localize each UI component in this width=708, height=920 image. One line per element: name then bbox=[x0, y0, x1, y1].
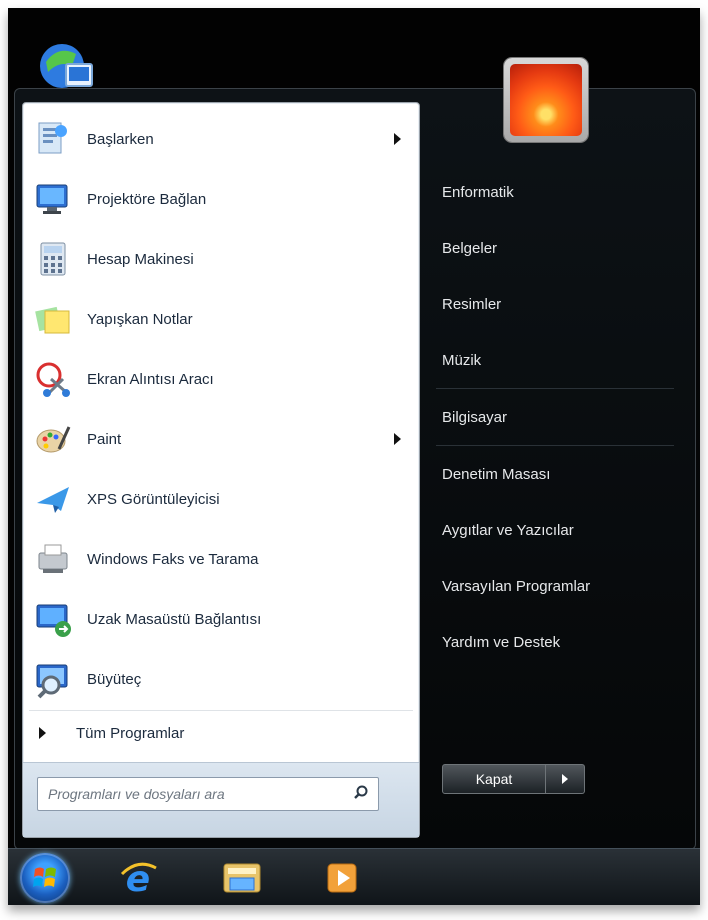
place-pictures[interactable]: Resimler bbox=[428, 276, 688, 332]
search-icon[interactable] bbox=[354, 785, 368, 799]
magnifier-icon bbox=[36, 664, 68, 699]
program-label: Yapışkan Notlar bbox=[87, 310, 193, 328]
program-item-snipping-tool[interactable]: Ekran Alıntısı Aracı bbox=[23, 349, 419, 409]
expand-arrow-icon bbox=[39, 727, 46, 739]
program-label: XPS Görüntüleyicisi bbox=[87, 490, 220, 508]
search-input[interactable] bbox=[46, 778, 350, 810]
all-programs-button[interactable]: Tüm Programlar bbox=[23, 711, 419, 755]
program-item-sticky-notes[interactable]: Yapışkan Notlar bbox=[23, 289, 419, 349]
xps-viewer-icon bbox=[37, 487, 69, 513]
place-music[interactable]: Müzik bbox=[428, 332, 688, 388]
sticky-notes-icon bbox=[35, 306, 70, 334]
paint-icon bbox=[36, 426, 71, 453]
program-label: Hesap Makinesi bbox=[87, 250, 194, 268]
program-label: Windows Faks ve Tarama bbox=[87, 550, 259, 568]
place-computer[interactable]: Bilgisayar bbox=[428, 389, 688, 445]
place-documents[interactable]: Belgeler bbox=[428, 220, 688, 276]
windows-explorer-icon[interactable] bbox=[220, 856, 264, 900]
search-box[interactable] bbox=[37, 777, 379, 811]
place-default-programs[interactable]: Varsayılan Programlar bbox=[428, 558, 688, 614]
getting-started-icon bbox=[38, 122, 67, 154]
start-menu-window: Başlarken Projektöre Bağlan Hesap Makine… bbox=[8, 8, 700, 905]
projector-icon bbox=[36, 184, 68, 214]
program-label: Ekran Alıntısı Aracı bbox=[87, 370, 214, 388]
internet-explorer-icon[interactable]: e bbox=[116, 856, 160, 900]
snipping-tool-icon bbox=[36, 362, 70, 397]
program-item-getting-started[interactable]: Başlarken bbox=[23, 109, 419, 169]
shutdown-group: Kapat bbox=[442, 764, 585, 794]
places-pane: Enformatik Belgeler Resimler Müzik Bilgi… bbox=[428, 58, 688, 836]
start-orb-button[interactable] bbox=[20, 853, 70, 903]
program-label: Projektöre Bağlan bbox=[87, 190, 207, 208]
program-label: Başlarken bbox=[87, 130, 154, 148]
program-label: Uzak Masaüstü Bağlantısı bbox=[87, 610, 262, 628]
place-user-folder[interactable]: Enformatik bbox=[428, 164, 688, 220]
taskbar: e bbox=[8, 848, 700, 905]
program-label: Paint bbox=[87, 430, 122, 448]
calculator-icon bbox=[40, 242, 66, 276]
program-label: Büyüteç bbox=[87, 670, 142, 688]
media-player-icon[interactable] bbox=[320, 856, 364, 900]
user-flower-avatar bbox=[510, 64, 582, 136]
program-item-paint[interactable]: Paint bbox=[23, 409, 419, 469]
shutdown-button[interactable]: Kapat bbox=[442, 764, 546, 794]
windows-logo-icon bbox=[33, 867, 56, 887]
place-devices-printers[interactable]: Aygıtlar ve Yazıcılar bbox=[428, 502, 688, 558]
program-item-calculator[interactable]: Hesap Makinesi bbox=[23, 229, 419, 289]
shutdown-options-button[interactable] bbox=[546, 764, 585, 794]
program-item-fax-scan[interactable]: Windows Faks ve Tarama bbox=[23, 529, 419, 589]
program-item-projector[interactable]: Projektöre Bağlan bbox=[23, 169, 419, 229]
fax-scan-icon bbox=[38, 544, 68, 573]
search-area bbox=[23, 762, 419, 837]
remote-desktop-icon bbox=[36, 604, 71, 637]
program-list: Başlarken Projektöre Bağlan Hesap Makine… bbox=[23, 109, 419, 709]
all-programs-label: Tüm Programlar bbox=[76, 724, 185, 742]
program-item-remote-desktop[interactable]: Uzak Masaüstü Bağlantısı bbox=[23, 589, 419, 649]
program-item-magnifier[interactable]: Büyüteç bbox=[23, 649, 419, 709]
submenu-arrow-icon bbox=[394, 433, 401, 445]
network-globe-icon bbox=[40, 44, 93, 88]
place-help-support[interactable]: Yardım ve Destek bbox=[428, 614, 688, 670]
arrow-right-icon bbox=[562, 774, 568, 784]
program-item-xps-viewer[interactable]: XPS Görüntüleyicisi bbox=[23, 469, 419, 529]
places-list: Enformatik Belgeler Resimler Müzik Bilgi… bbox=[428, 164, 688, 670]
place-control-panel[interactable]: Denetim Masası bbox=[428, 446, 688, 502]
submenu-arrow-icon bbox=[394, 133, 401, 145]
programs-pane: Başlarken Projektöre Bağlan Hesap Makine… bbox=[22, 102, 420, 838]
user-picture[interactable] bbox=[504, 58, 588, 142]
